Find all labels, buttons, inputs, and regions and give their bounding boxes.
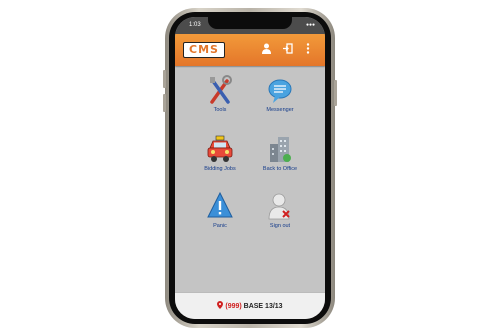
footer-bar: (999) BASE 13/13 xyxy=(175,292,325,319)
sign-out-tile[interactable]: Sign out xyxy=(250,191,310,229)
back-to-office-label: Back to Office xyxy=(262,166,298,172)
messenger-tile[interactable]: Messenger xyxy=(250,75,310,113)
bidding-jobs-label: Bidding Jobs xyxy=(204,166,236,172)
phone-notch xyxy=(208,17,292,29)
exit-icon[interactable] xyxy=(283,43,293,57)
sign-out-icon xyxy=(268,193,290,220)
app-screen: 1:03 ●●● CMS Tools Messenger Bidding Job… xyxy=(175,17,325,319)
panic-tile[interactable]: Panic xyxy=(190,191,250,229)
base-code: (999) xyxy=(225,303,242,310)
phone-volume-button xyxy=(163,70,166,88)
phone-volume-button xyxy=(163,94,166,112)
tools-icon xyxy=(210,75,232,104)
user-icon[interactable] xyxy=(262,43,271,57)
base-status-text: BASE 13/13 xyxy=(243,303,283,310)
panic-label: Panic xyxy=(213,223,227,229)
taxi-icon xyxy=(207,135,233,162)
app-header: CMS xyxy=(175,34,325,66)
sign-out-label: Sign out xyxy=(269,223,291,229)
office-icon xyxy=(270,137,291,162)
signal-icon: ●●● xyxy=(305,22,315,28)
base-status: (999) BASE 13/13 xyxy=(175,301,325,310)
back-to-office-tile[interactable]: Back to Office xyxy=(250,134,310,172)
bidding-jobs-tile[interactable]: Bidding Jobs xyxy=(190,134,250,172)
app-logo: CMS xyxy=(183,42,225,58)
more-vert-icon[interactable] xyxy=(306,43,310,57)
messenger-label: Messenger xyxy=(266,107,294,113)
messenger-icon xyxy=(268,79,292,103)
tools-tile[interactable]: Tools xyxy=(190,75,250,113)
warning-icon xyxy=(207,191,233,218)
phone-power-button xyxy=(334,80,337,106)
status-time: 1:03 xyxy=(189,22,201,28)
tools-label: Tools xyxy=(213,107,227,113)
